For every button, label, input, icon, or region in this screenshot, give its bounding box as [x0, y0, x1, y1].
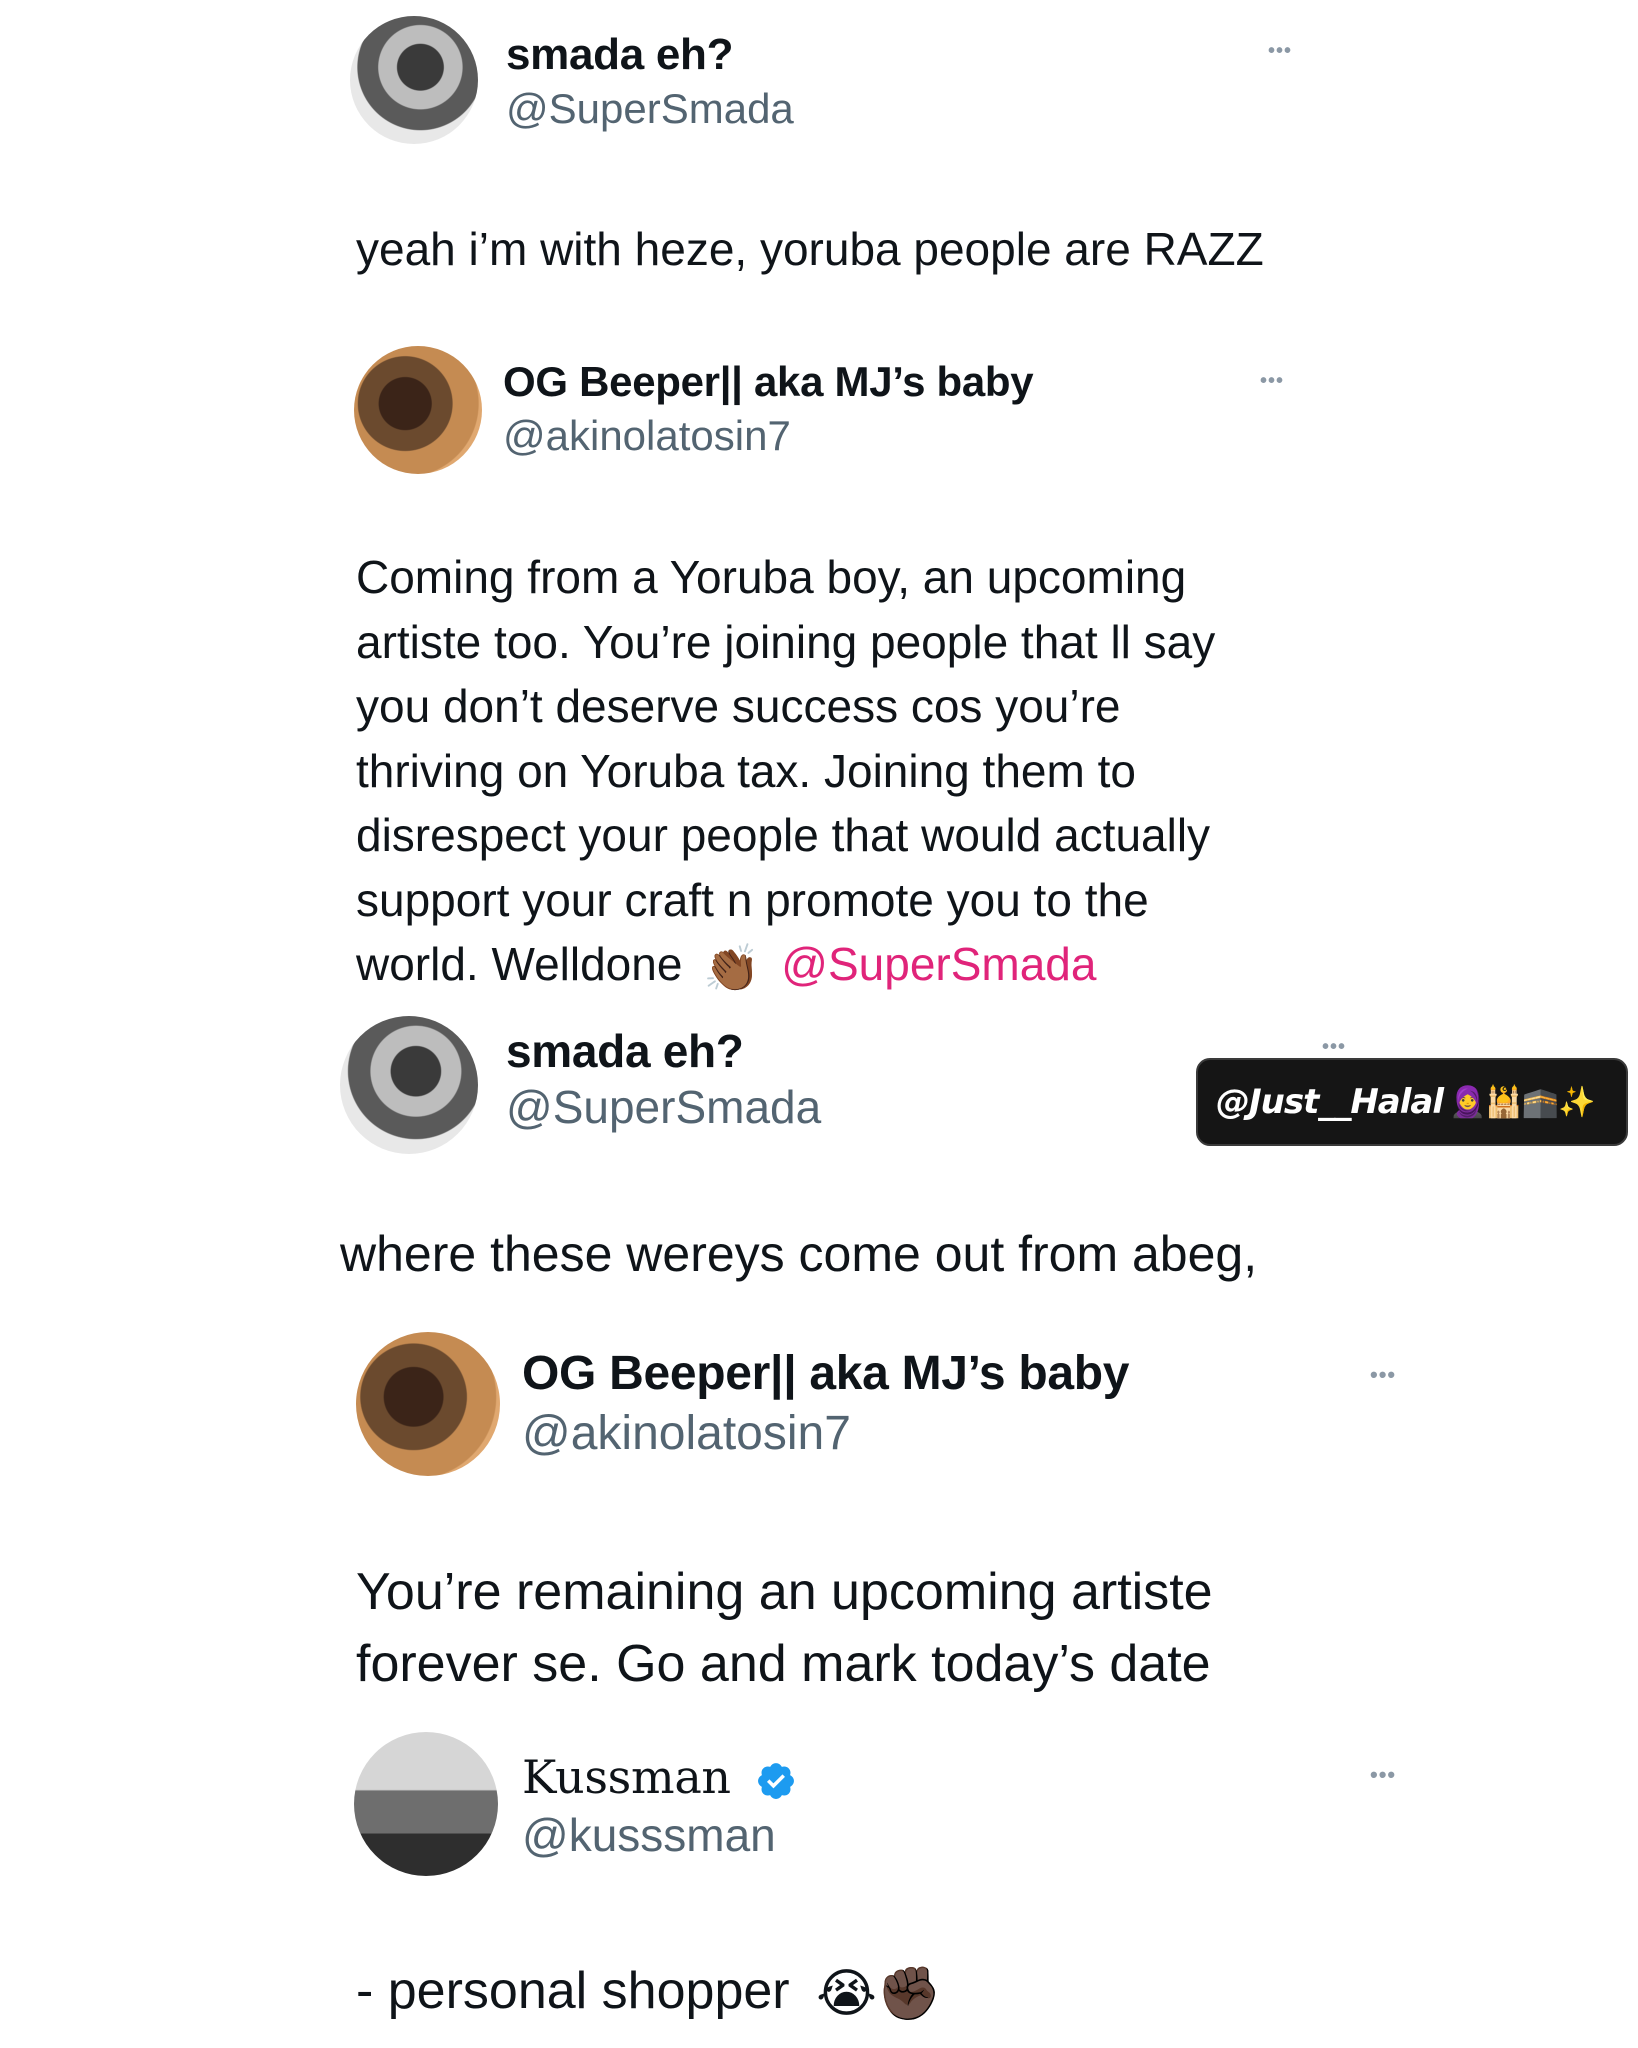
- handle[interactable]: @akinolatosin7: [522, 1406, 851, 1461]
- display-name[interactable]: OG Beeper|| aka MJ’s baby: [522, 1346, 1129, 1401]
- tweet-text: You’re remaining an upcoming artiste for…: [356, 1556, 1213, 1700]
- text-line: you don’t deserve success cos you’re: [356, 680, 1121, 732]
- avatar-akinolatosin7[interactable]: [356, 1332, 500, 1476]
- handle[interactable]: @SuperSmada: [506, 1080, 821, 1134]
- crying-and-fist-emojis: 😭✊🏿: [816, 1964, 942, 2023]
- watermark-text: @Just__Halal: [1216, 1082, 1444, 1122]
- text-fragment: world. Welldone: [356, 938, 683, 990]
- text-line: support your craft n promote you to the: [356, 873, 1149, 926]
- handle[interactable]: @kusssman: [522, 1808, 776, 1862]
- more-options-icon[interactable]: •••: [1322, 1036, 1346, 1059]
- more-options-icon[interactable]: •••: [1370, 1762, 1396, 1788]
- mention-link[interactable]: @SuperSmada: [781, 938, 1096, 990]
- text-line-last: world. Welldone 👏🏾 @SuperSmada: [356, 932, 1215, 1000]
- text-line: You’re remaining an upcoming artiste: [356, 1563, 1213, 1621]
- display-name-text: Kussman: [522, 1750, 731, 1804]
- display-name[interactable]: OG Beeper|| aka MJ’s baby: [503, 358, 1034, 406]
- tweet-text: where these wereys come out from abeg,: [340, 1226, 1258, 1282]
- display-name[interactable]: smada eh?: [506, 1024, 744, 1078]
- tweet-text: yeah i’m with heze, yoruba people are RA…: [356, 223, 1264, 275]
- display-name[interactable]: Kussman: [522, 1750, 797, 1804]
- text-line: Coming from a Yoruba boy, an upcoming: [356, 551, 1187, 603]
- watermark-emojis: 🧕🕌🕋✨: [1449, 1084, 1595, 1120]
- tweet-text: Coming from a Yoruba boy, an upcoming ar…: [356, 545, 1215, 1000]
- avatar-kusssman[interactable]: [354, 1732, 498, 1876]
- avatar-akinolatosin7[interactable]: [354, 346, 482, 474]
- text-line: artiste too. You’re joining people that …: [356, 615, 1216, 668]
- verified-badge-icon: [758, 1763, 795, 1799]
- display-name[interactable]: smada eh?: [506, 30, 733, 80]
- handle[interactable]: @SuperSmada: [506, 85, 794, 133]
- avatar-supersmada[interactable]: [350, 16, 478, 144]
- tweet-text: - personal shopper 😭✊🏿: [356, 1960, 942, 2026]
- avatar-supersmada[interactable]: [340, 1016, 478, 1154]
- text-fragment: - personal shopper: [356, 1962, 790, 2020]
- text-line: forever se. Go and mark today’s date: [356, 1635, 1211, 1693]
- watermark-badge: @Just__Halal 🧕🕌🕋✨: [1196, 1058, 1628, 1146]
- text-line: thriving on Yoruba tax. Joining them to: [356, 744, 1136, 797]
- more-options-icon[interactable]: •••: [1260, 370, 1284, 393]
- text-line: disrespect your people that would actual…: [356, 809, 1211, 861]
- more-options-icon[interactable]: •••: [1370, 1362, 1396, 1388]
- clapping-hands-emoji: 👏🏾: [703, 941, 761, 994]
- handle[interactable]: @akinolatosin7: [503, 412, 791, 460]
- more-options-icon[interactable]: •••: [1268, 40, 1292, 63]
